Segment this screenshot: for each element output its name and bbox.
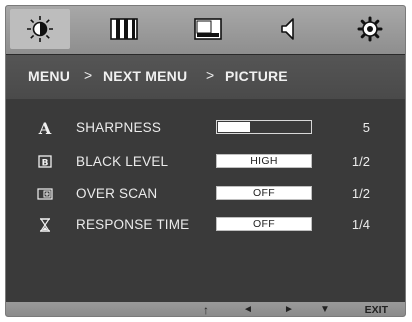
black-level-option[interactable]: HIGH [216,154,312,168]
setting-label: RESPONSE TIME [76,217,190,232]
brightness-icon [27,16,53,42]
sharpness-slider-fill [218,122,250,132]
color-bars-icon [110,18,138,40]
setting-row-response-time[interactable]: RESPONSE TIME OFF 1/4 [6,213,405,237]
svg-text:B: B [42,159,49,169]
osd-panel: MENU > NEXT MENU > PICTURE A SHARPNESS 5… [5,5,406,317]
picture-in-picture-icon [194,18,222,40]
tab-color[interactable] [94,9,154,49]
settings-list: A SHARPNESS 5 B BLACK LEVEL HIGH 1/2 OVE… [6,99,405,302]
tab-audio[interactable] [258,9,318,49]
sharpness-slider[interactable] [216,120,312,134]
settings-gear-icon [357,16,383,42]
response-time-option[interactable]: OFF [216,217,312,231]
volume-icon [281,18,294,40]
down-arrow-button[interactable]: ▼ [320,302,330,316]
black-level-icon: B [38,155,52,169]
page-title: PICTURE [225,68,288,84]
setting-value: 1/2 [351,186,370,201]
setting-row-sharpness[interactable]: A SHARPNESS 5 [6,116,405,140]
breadcrumb-menu: MENU [28,68,71,84]
setting-value: 5 [362,120,370,135]
tab-settings[interactable] [340,9,400,49]
setting-label: BLACK LEVEL [76,154,169,169]
setting-row-black-level[interactable]: B BLACK LEVEL HIGH 1/2 [6,150,405,174]
sharpness-icon: A [38,119,52,137]
up-arrow-button[interactable]: ↑ [203,302,209,316]
exit-button[interactable]: EXIT [365,302,388,316]
setting-label: OVER SCAN [76,186,158,201]
breadcrumb: MENU > NEXT MENU > PICTURE [6,54,405,100]
setting-label: SHARPNESS [76,120,162,135]
navigation-bar: ↑ ◄ ► ▼ EXIT [6,302,405,316]
tab-brightness[interactable] [10,9,70,49]
left-arrow-button[interactable]: ◄ [243,302,253,316]
over-scan-option[interactable]: OFF [216,186,312,200]
breadcrumb-separator: > [84,67,93,83]
tab-picture-position[interactable] [178,9,238,49]
response-time-icon [39,218,51,232]
menu-icon-bar [6,6,405,54]
over-scan-icon [37,188,53,200]
right-arrow-button[interactable]: ► [284,302,294,316]
breadcrumb-separator: > [206,67,215,83]
svg-text:A: A [38,119,52,137]
setting-row-over-scan[interactable]: OVER SCAN OFF 1/2 [6,182,405,206]
setting-value: 1/2 [351,154,370,169]
setting-value: 1/4 [351,217,370,232]
breadcrumb-next-menu: NEXT MENU [103,68,188,84]
